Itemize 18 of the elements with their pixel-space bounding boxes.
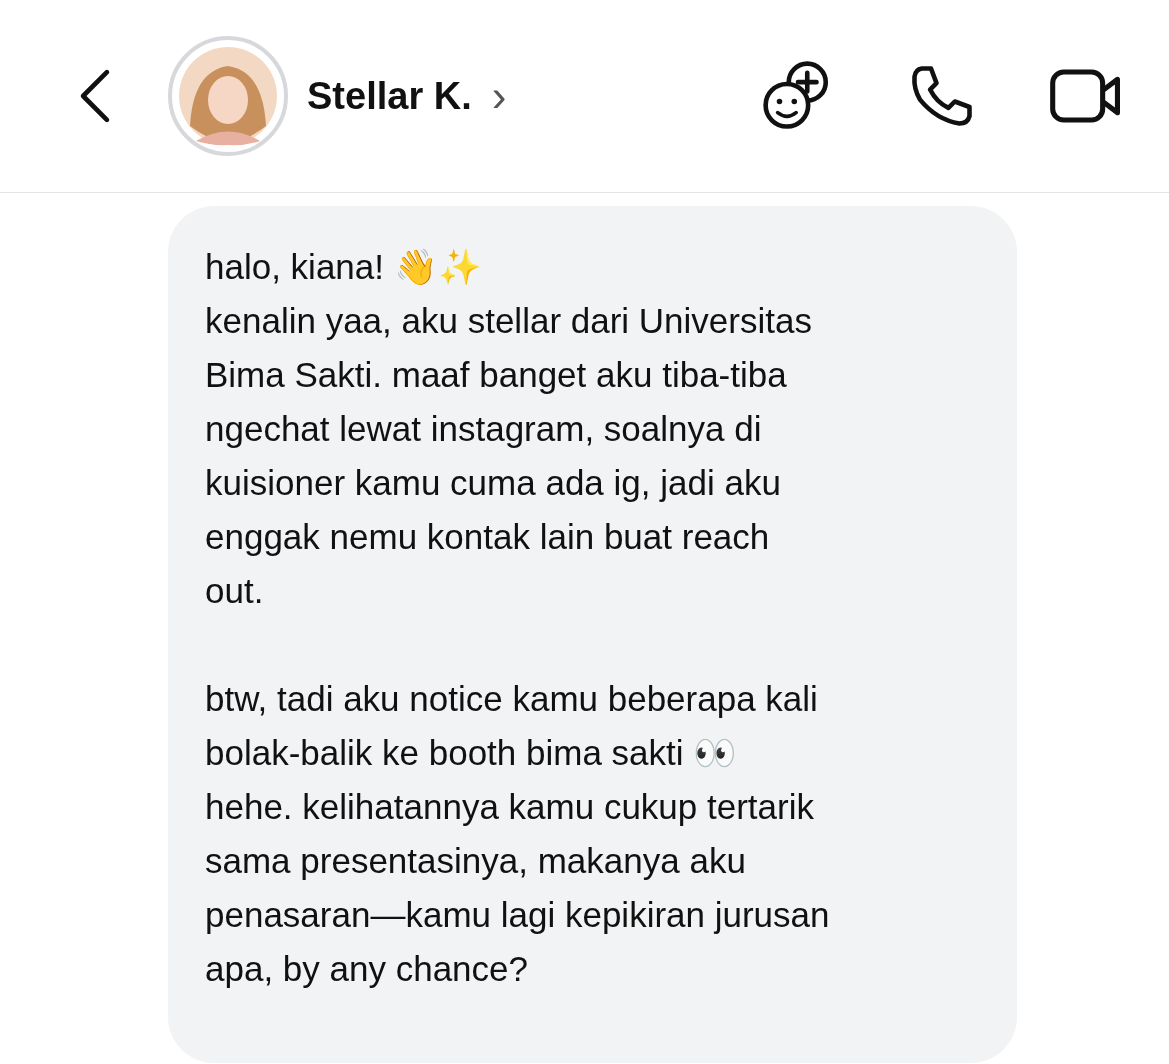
chevron[interactable]: › <box>491 74 507 118</box>
message-text: enggak nemu kontak lain buat reach <box>205 516 770 558</box>
message-text: out. <box>205 570 264 612</box>
message-text: hehe. kelihatannya kamu cukup tertarik <box>205 786 814 828</box>
message-text: halo, kiana! 👋✨ <box>205 246 482 288</box>
message-text: bolak-balik ke booth bima sakti 👀 <box>205 732 738 774</box>
message-text: Bima Sakti. maaf banget aku tiba-tiba <box>205 354 787 396</box>
message-text: kuisioner kamu cuma ada ig, jadi aku <box>205 462 781 504</box>
message-text: penasaran—kamu lagi kepikiran jurusan <box>205 894 830 936</box>
message-text: ngechat lewat instagram, soalnya di <box>205 408 762 450</box>
message-text: apa, by any chance? <box>205 948 528 990</box>
message-text: kenalin yaa, aku stellar dari Universitas <box>205 300 812 342</box>
avatar[interactable] <box>168 36 288 156</box>
contact-name[interactable]: Stellar K. <box>307 74 472 118</box>
message-text: sama presentasinya, makanya aku <box>205 840 746 882</box>
phone-icon[interactable] <box>909 63 975 129</box>
message-text: btw, tadi aku notice kamu beberapa kali <box>205 678 818 720</box>
video-camera-icon[interactable] <box>1049 66 1123 126</box>
